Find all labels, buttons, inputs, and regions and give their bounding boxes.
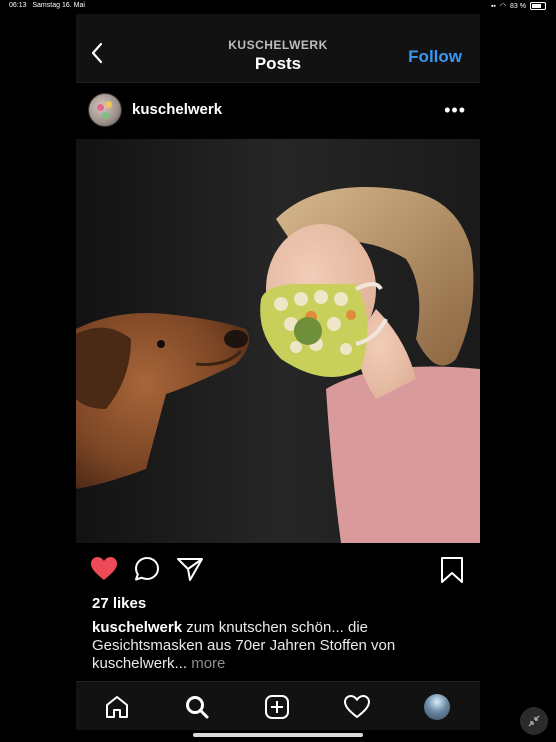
home-indicator[interactable] [193, 733, 363, 737]
share-button[interactable] [176, 556, 204, 587]
caption-username[interactable]: kuschelwerk [92, 619, 182, 636]
heart-filled-icon [91, 557, 117, 580]
tab-activity[interactable] [342, 692, 372, 722]
collapse-arrows-icon [528, 715, 540, 727]
add-post-icon [265, 695, 289, 719]
top-navigation-bar: KUSCHELWERK Posts Follow [76, 14, 480, 83]
more-horizontal-icon: ••• [444, 100, 466, 120]
avatar[interactable] [88, 93, 122, 127]
status-indicators: ▪▪ ◠ 83 % [491, 2, 546, 10]
likes-count[interactable]: 27 likes [92, 595, 146, 612]
battery-percent: 83 % [510, 2, 526, 10]
collapse-button[interactable] [520, 707, 548, 735]
tab-new-post[interactable] [262, 692, 292, 722]
post-header: kuschelwerk ••• [76, 90, 480, 134]
search-icon [186, 696, 209, 719]
post-photo-illustration [76, 139, 480, 543]
post-actions [76, 552, 480, 588]
follow-button[interactable]: Follow [408, 47, 462, 67]
tab-search[interactable] [182, 692, 212, 722]
send-icon [177, 558, 203, 581]
status-date: Samstag 16. Mai [32, 2, 85, 9]
bookmark-icon [441, 557, 463, 583]
signal-icon: ▪▪ [490, 2, 496, 10]
post-image[interactable] [76, 139, 480, 543]
post-caption: kuschelwerk zum knutschen schön... die G… [92, 619, 452, 673]
instagram-app-window: KUSCHELWERK Posts Follow kuschelwerk ••• [76, 14, 480, 730]
caption-more-link[interactable]: more [191, 655, 225, 672]
battery-icon [530, 2, 546, 10]
status-bar: 06:13 Samstag 16. Mai ▪▪ ◠ 83 % [0, 0, 556, 12]
bottom-tab-bar [76, 681, 480, 730]
like-button[interactable] [90, 556, 118, 587]
wifi-icon: ◠ [499, 3, 507, 10]
tab-home[interactable] [102, 692, 132, 722]
status-time: 06:13 [9, 2, 27, 9]
more-options-button[interactable]: ••• [444, 100, 466, 121]
comment-icon [135, 557, 159, 581]
tab-profile[interactable] [422, 692, 452, 722]
save-button[interactable] [440, 556, 464, 589]
home-icon [106, 696, 128, 718]
activity-heart-icon [344, 695, 370, 718]
profile-avatar [424, 694, 450, 720]
comment-button[interactable] [134, 556, 160, 587]
status-time-date: 06:13 Samstag 16. Mai [9, 2, 85, 9]
post-username[interactable]: kuschelwerk [132, 101, 222, 118]
